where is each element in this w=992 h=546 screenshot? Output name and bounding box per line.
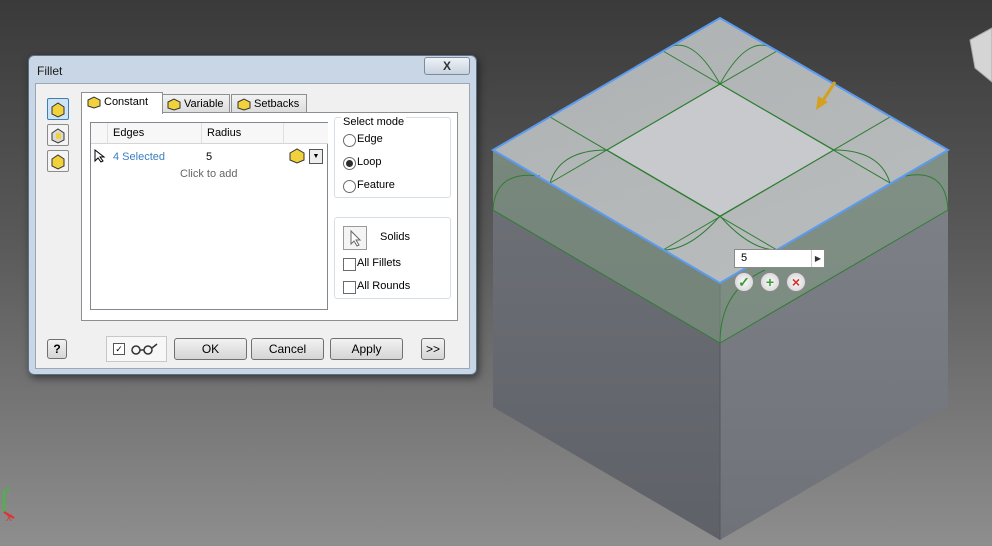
apply-button[interactable]: Apply — [330, 338, 403, 360]
loop-radio[interactable] — [343, 157, 356, 170]
tab-variable[interactable]: Variable — [161, 94, 230, 113]
face-fillet-icon — [51, 128, 65, 144]
tab-variable-label: Variable — [184, 98, 224, 110]
setbacks-tab-icon — [237, 98, 251, 111]
variable-tab-icon — [167, 98, 181, 111]
full-round-fillet-icon — [51, 154, 65, 170]
click-to-add-hint[interactable]: Click to add — [180, 166, 237, 182]
edge-fillet-icon — [51, 102, 65, 118]
mini-input-arrow-icon[interactable]: ▶ — [811, 250, 824, 267]
feature-radio-label: Feature — [357, 179, 395, 191]
arrow-cursor-icon — [350, 229, 362, 247]
all-rounds-checkbox[interactable] — [343, 281, 356, 294]
row-dropdown-chevron-down-icon[interactable]: ▼ — [309, 149, 323, 164]
select-mode-title: Select mode — [341, 116, 407, 128]
ok-button[interactable]: OK — [174, 338, 247, 360]
tab-constant[interactable]: Constant — [81, 92, 163, 114]
axis-x-label: X — [6, 513, 12, 523]
radius-mini-value: 5 — [741, 252, 748, 264]
mini-ok-button[interactable]: ✓ — [734, 272, 754, 292]
all-fillets-label: All Fillets — [357, 257, 402, 269]
radius-mini-input[interactable]: 5 ▶ — [734, 249, 825, 268]
loop-radio-label: Loop — [357, 156, 382, 168]
background-part-fragment — [969, 27, 992, 83]
preview-toggle[interactable]: ✓ — [106, 336, 167, 362]
dialog-body: Constant Variable Setbacks Edges Radius … — [35, 83, 470, 369]
preview-checkbox[interactable]: ✓ — [113, 343, 125, 355]
constant-tab-icon — [87, 96, 101, 109]
mini-add-button[interactable]: + — [760, 272, 780, 292]
feature-radio[interactable] — [343, 180, 356, 193]
fillet-face-mode-button[interactable] — [47, 124, 69, 146]
select-mode-group: Select mode Edge Loop Feature — [334, 116, 451, 198]
solids-group: Solids All Fillets All Rounds — [334, 217, 451, 299]
axis-triad-icon: Y X — [3, 485, 15, 523]
solids-label: Solids — [380, 231, 410, 243]
dialog-titlebar[interactable]: Fillet X — [29, 56, 476, 82]
edge-radio-label: Edge — [357, 133, 383, 145]
edges-table[interactable]: Edges Radius 4 Selected 5 ▼ Click to add — [90, 122, 328, 310]
fillet-full-round-button[interactable] — [47, 150, 69, 172]
glasses-icon — [131, 343, 158, 355]
tab-setbacks-label: Setbacks — [254, 98, 300, 110]
close-button[interactable]: X — [424, 57, 470, 75]
tab-setbacks[interactable]: Setbacks — [231, 94, 307, 113]
radius-value[interactable]: 5 — [206, 149, 212, 165]
column-header-edges[interactable]: Edges — [107, 123, 207, 144]
help-icon: ? — [53, 342, 61, 356]
selected-edges-link[interactable]: 4 Selected — [113, 149, 165, 165]
fillet-edge-mode-button[interactable] — [47, 98, 69, 120]
help-button[interactable]: ? — [47, 339, 67, 359]
tab-constant-label: Constant — [104, 96, 149, 108]
mouse-cursor-icon — [94, 149, 106, 163]
constant-panel: Edges Radius 4 Selected 5 ▼ Click to add… — [81, 112, 458, 321]
edge-radio[interactable] — [343, 134, 356, 147]
dialog-title: Fillet — [37, 64, 63, 78]
all-fillets-checkbox[interactable] — [343, 258, 356, 271]
fillet-solid-icon — [289, 148, 305, 164]
solids-select-button[interactable] — [343, 226, 367, 250]
fillet-dialog: Fillet X Constant Variable Setbacks Edge… — [28, 55, 477, 375]
column-header-radius[interactable]: Radius — [201, 123, 284, 144]
mini-cancel-button[interactable]: × — [786, 272, 806, 292]
axis-y-label: Y — [5, 485, 11, 495]
all-rounds-label: All Rounds — [357, 280, 411, 292]
cancel-button[interactable]: Cancel — [251, 338, 324, 360]
more-options-button[interactable]: >> — [421, 338, 445, 360]
